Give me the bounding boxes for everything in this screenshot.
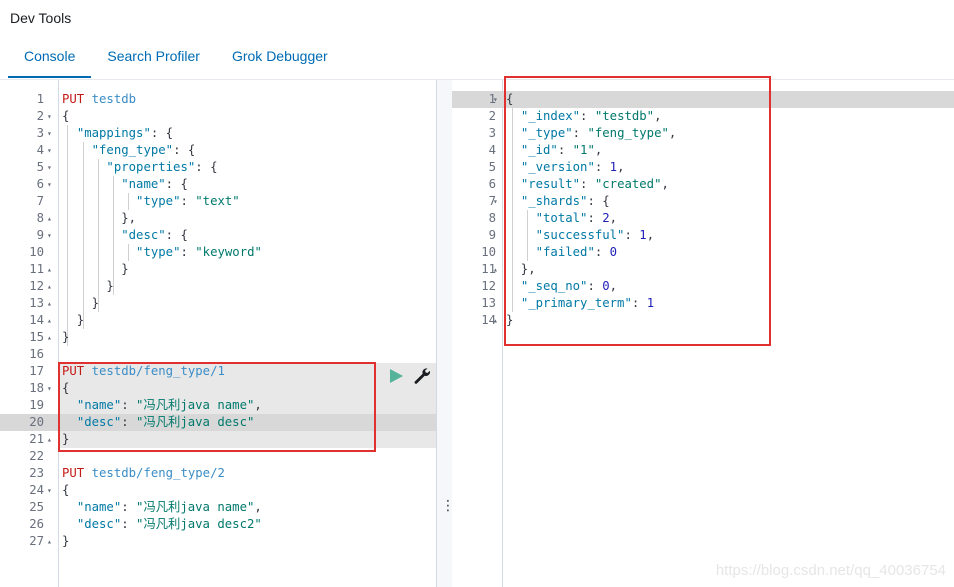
line-number: 20: [29, 415, 44, 429]
fold-toggle-icon[interactable]: ▾: [493, 193, 498, 210]
request-code-line: "feng_type": {: [91, 143, 196, 157]
line-number: 13: [481, 296, 496, 310]
annotation-box-response: [504, 76, 771, 346]
line-number: 3: [36, 126, 44, 140]
request-code-line: {: [62, 483, 70, 497]
line-number: 2: [488, 109, 496, 123]
unfold-marker-icon[interactable]: ▴: [493, 312, 498, 329]
line-number: 4: [488, 143, 496, 157]
line-number: 7: [36, 194, 44, 208]
request-code-line: "type": "text": [136, 194, 240, 208]
line-number: 17: [29, 364, 44, 378]
line-number: 5: [488, 160, 496, 174]
line-number: 10: [481, 245, 496, 259]
request-code-line: "name": "冯凡利java name",: [76, 500, 262, 514]
request-code-line: }: [62, 279, 114, 293]
line-number: 14: [29, 313, 44, 327]
line-number: 10: [29, 245, 44, 259]
unfold-marker-icon[interactable]: ▴: [47, 210, 52, 227]
request-code-line: "name": {: [121, 177, 188, 191]
line-number: 14: [481, 313, 496, 327]
line-number: 4: [36, 143, 44, 157]
unfold-marker-icon[interactable]: ▴: [47, 431, 52, 448]
unfold-marker-icon[interactable]: ▴: [493, 261, 498, 278]
app-title: Dev Tools: [10, 10, 72, 26]
request-code-line: "type": "keyword": [136, 245, 262, 259]
fold-toggle-icon[interactable]: ▾: [493, 91, 498, 108]
line-number: 13: [29, 296, 44, 310]
line-number: 3: [488, 126, 496, 140]
line-number: 19: [29, 398, 44, 412]
line-number: 9: [488, 228, 496, 242]
request-code-line: },: [62, 211, 137, 225]
line-number: 6: [488, 177, 496, 191]
tab-bar: Console Search Profiler Grok Debugger: [8, 36, 344, 78]
play-icon[interactable]: [388, 368, 404, 384]
line-number: 11: [481, 262, 496, 276]
unfold-marker-icon[interactable]: ▴: [47, 261, 52, 278]
line-number: 25: [29, 500, 44, 514]
watermark: https://blog.csdn.net/qq_40036754: [715, 562, 946, 579]
line-number: 15: [29, 330, 44, 344]
fold-toggle-icon[interactable]: ▾: [47, 380, 52, 397]
line-number: 1: [36, 92, 44, 106]
unfold-marker-icon[interactable]: ▴: [47, 278, 52, 295]
line-number: 24: [29, 483, 44, 497]
unfold-marker-icon[interactable]: ▴: [47, 533, 52, 550]
request-code-line: PUT testdb/feng_type/2: [62, 466, 225, 480]
request-code-line: }: [62, 534, 70, 548]
request-code-line: "desc": {: [121, 228, 188, 242]
line-number: 8: [488, 211, 496, 225]
line-number: 1: [488, 92, 496, 106]
line-number: 5: [36, 160, 44, 174]
request-code-line: }: [62, 262, 129, 276]
line-number: 12: [29, 279, 44, 293]
line-number: 22: [29, 449, 44, 463]
line-number: 21: [29, 432, 44, 446]
request-code-line: }: [62, 330, 70, 344]
fold-toggle-icon[interactable]: ▾: [47, 227, 52, 244]
unfold-marker-icon[interactable]: ▴: [47, 295, 52, 312]
line-number: 7: [488, 194, 496, 208]
line-number: 6: [36, 177, 44, 191]
annotation-box-request: [58, 362, 376, 452]
fold-toggle-icon[interactable]: ▾: [47, 176, 52, 193]
request-code-line: {: [62, 109, 70, 123]
line-number: 12: [481, 279, 496, 293]
unfold-marker-icon[interactable]: ▴: [47, 312, 52, 329]
fold-toggle-icon[interactable]: ▾: [47, 142, 52, 159]
tab-console[interactable]: Console: [8, 36, 92, 78]
request-code-line: }: [62, 313, 85, 327]
request-code-line: PUT testdb: [62, 92, 137, 106]
line-number: 26: [29, 517, 44, 531]
line-number: 2: [36, 109, 44, 123]
line-number: 9: [36, 228, 44, 242]
fold-toggle-icon[interactable]: ▾: [47, 125, 52, 142]
request-code-line: "properties": {: [106, 160, 218, 174]
line-number: 8: [36, 211, 44, 225]
unfold-marker-icon[interactable]: ▴: [47, 329, 52, 346]
line-number: 16: [29, 347, 44, 361]
line-number: 18: [29, 381, 44, 395]
request-editor[interactable]: 1 PUT testdb 2 ▾{3 ▾ "mappings": {4 ▾ "feng_t…: [0, 80, 436, 587]
tab-search-profiler[interactable]: Search Profiler: [91, 36, 216, 78]
wrench-icon[interactable]: [413, 367, 431, 385]
line-number: 11: [29, 262, 44, 276]
fold-toggle-icon[interactable]: ▾: [47, 108, 52, 125]
line-number: 23: [29, 466, 44, 480]
request-code-line: "mappings": {: [76, 126, 174, 140]
request-code-line: }: [62, 296, 100, 310]
request-code-line: "desc": "冯凡利java desc2": [76, 517, 262, 531]
fold-toggle-icon[interactable]: ▾: [47, 159, 52, 176]
line-number: 27: [29, 534, 44, 548]
tab-grok-debugger[interactable]: Grok Debugger: [216, 36, 344, 78]
fold-toggle-icon[interactable]: ▾: [47, 482, 52, 499]
